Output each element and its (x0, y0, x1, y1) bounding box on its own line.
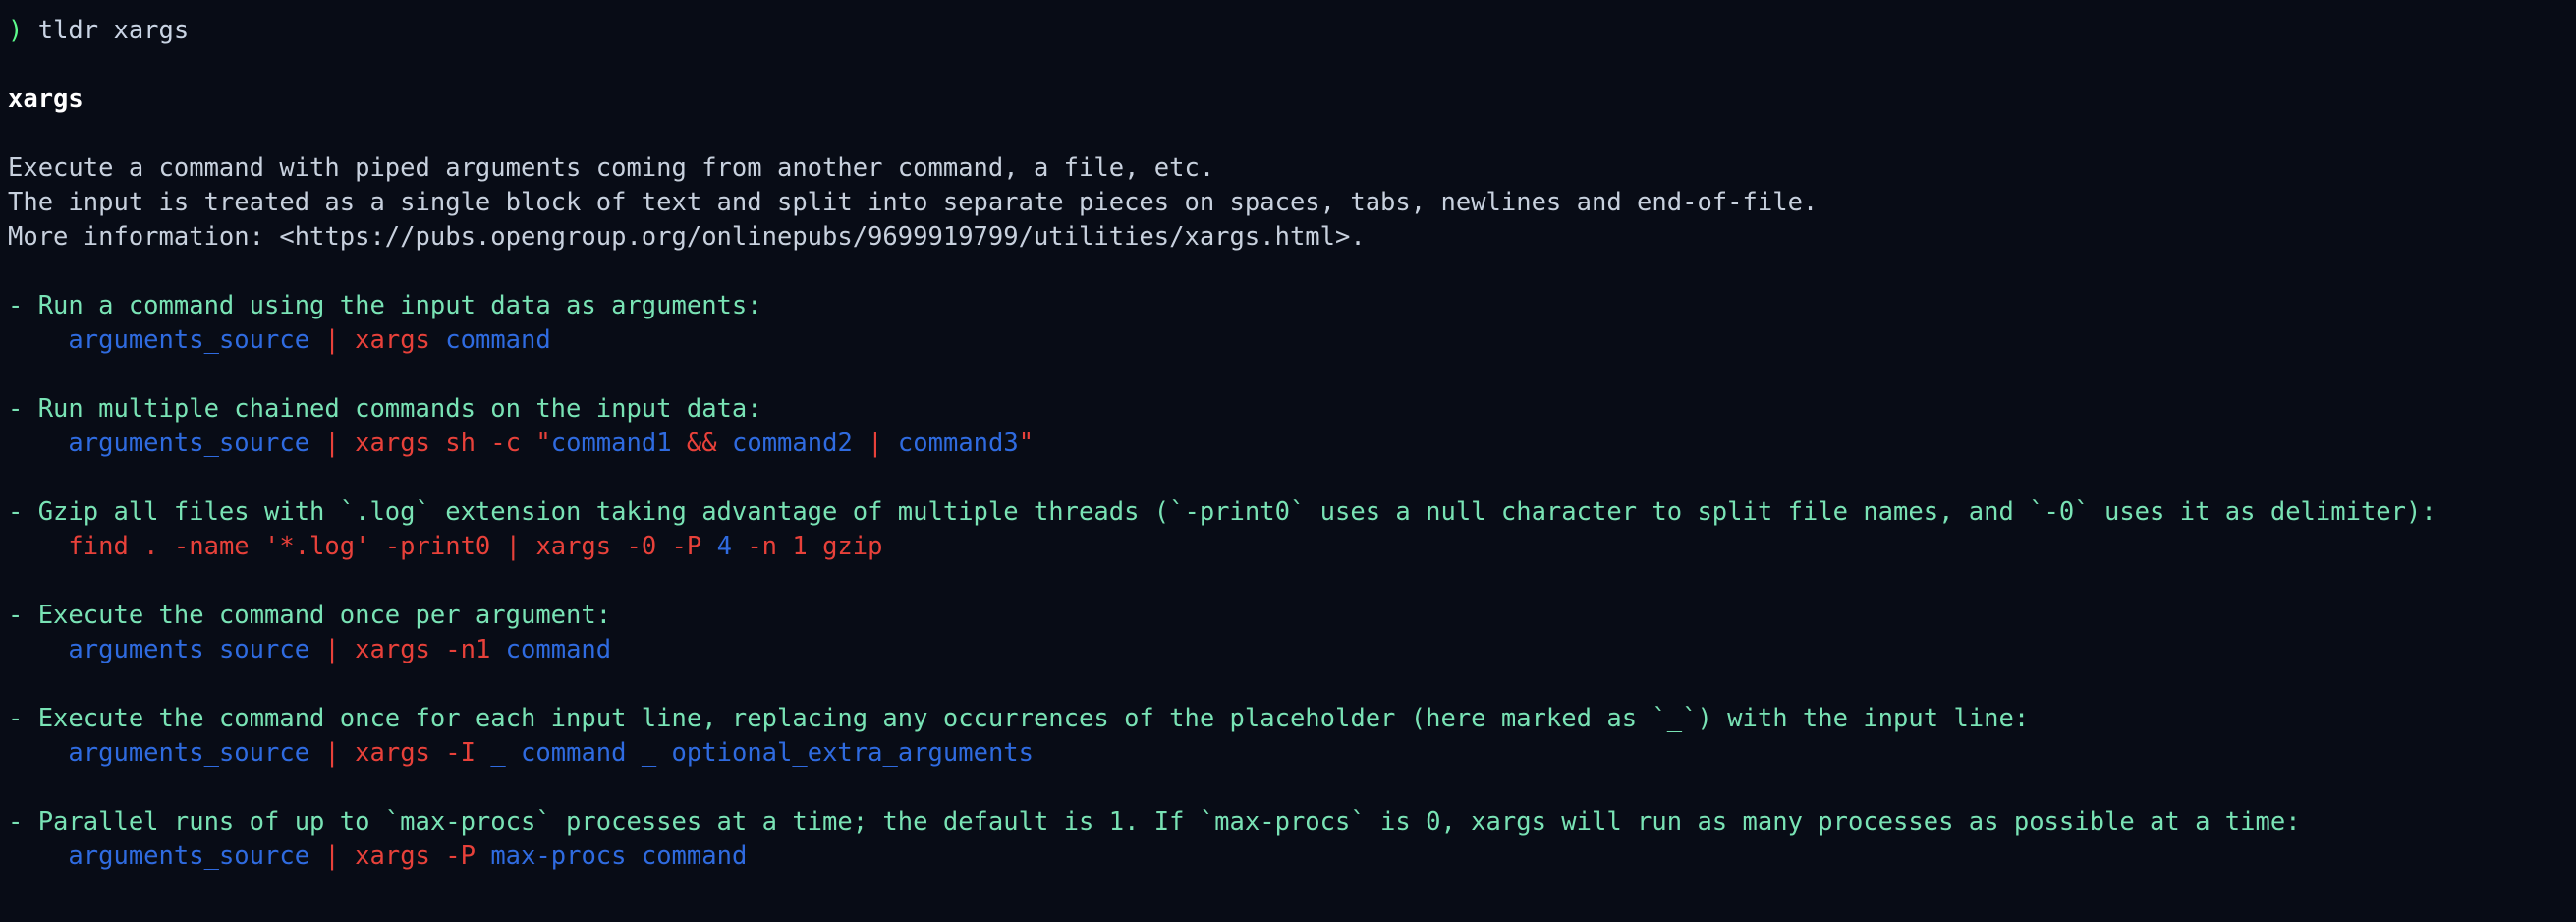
command-token (853, 429, 868, 458)
terminal-window[interactable]: ) tldr xargs xargs Execute a command wit… (0, 0, 2576, 922)
example-description: - Parallel runs of up to `max-procs` pro… (8, 807, 2301, 836)
examples-list: - Run a command using the input data as … (0, 289, 2576, 874)
command-token: command (445, 325, 551, 355)
command-token (476, 841, 490, 871)
command-token: command (505, 635, 612, 664)
example-command[interactable]: arguments_source | xargs -n1 command (0, 633, 2576, 667)
command-token: " (1018, 429, 1035, 458)
example-command[interactable]: arguments_source | xargs command (0, 323, 2576, 358)
command-token (309, 738, 324, 768)
command-token: max-procs command (490, 841, 748, 871)
command-token: arguments_source (68, 738, 310, 768)
description-line: The input is treated as a single block o… (8, 188, 1819, 217)
command-token: && (686, 429, 717, 458)
example-description: - Run a command using the input data as … (8, 291, 762, 320)
command-token: xargs -0 -P (535, 532, 717, 561)
command-token: arguments_source (68, 429, 310, 458)
prompt-symbol: ) (8, 16, 24, 45)
example-command[interactable]: find . -name '*.log' -print0 | xargs -0 … (0, 530, 2576, 564)
command-token (340, 429, 355, 458)
command-token (309, 841, 324, 871)
command-token (340, 841, 355, 871)
example-command[interactable]: arguments_source | xargs -I _ command _ … (0, 736, 2576, 771)
command-token: arguments_source (68, 325, 310, 355)
command-token: command3 (897, 429, 1019, 458)
command-token: xargs sh -c (355, 429, 536, 458)
example-description: - Execute the command once per argument: (8, 601, 612, 630)
command-token (430, 325, 445, 355)
command-token: _ command _ optional_extra_arguments (490, 738, 1035, 768)
example-description: - Execute the command once for each inpu… (8, 704, 2030, 733)
command-token: command2 (732, 429, 853, 458)
command-token (309, 429, 324, 458)
command-token: | (868, 429, 883, 458)
command-token: xargs -I (355, 738, 476, 768)
description-line: More information: <https://pubs.opengrou… (8, 222, 1366, 252)
command-token: " (535, 429, 551, 458)
command-token (732, 532, 747, 561)
command-token (490, 635, 505, 664)
command-token (340, 325, 355, 355)
command-token: | (505, 532, 521, 561)
command-token: xargs -n1 (355, 635, 491, 664)
command-token: | (324, 841, 340, 871)
command-token (309, 325, 324, 355)
description-line: Execute a command with piped arguments c… (8, 153, 1215, 183)
command-token: | (324, 429, 340, 458)
command-token (521, 532, 535, 561)
command-token (340, 635, 355, 664)
command-token (309, 635, 324, 664)
command-token: | (324, 738, 340, 768)
command-token: xargs -P (355, 841, 476, 871)
command-token (717, 429, 732, 458)
command-token: arguments_source (68, 635, 310, 664)
command-token: 4 (716, 532, 732, 561)
command-token (672, 429, 687, 458)
command-token: | (324, 635, 340, 664)
command-token (476, 738, 490, 768)
example-description: - Run multiple chained commands on the i… (8, 394, 762, 424)
example-description: - Gzip all files with `.log` extension t… (8, 497, 2436, 527)
command-token: command1 (550, 429, 672, 458)
command-token: | (324, 325, 340, 355)
example-command[interactable]: arguments_source | xargs sh -c "command1… (0, 427, 2576, 461)
prompt-command: tldr xargs (37, 16, 190, 45)
example-command[interactable]: arguments_source | xargs -P max-procs co… (0, 839, 2576, 874)
command-token: find . -name '*.log' -print0 (68, 532, 506, 561)
command-token: xargs (355, 325, 430, 355)
command-token: -n 1 gzip (747, 532, 883, 561)
command-token (883, 429, 898, 458)
command-token: arguments_source (68, 841, 310, 871)
page-title: xargs (8, 85, 84, 114)
command-token (340, 738, 355, 768)
prompt-line: ) tldr xargs (0, 14, 2576, 48)
